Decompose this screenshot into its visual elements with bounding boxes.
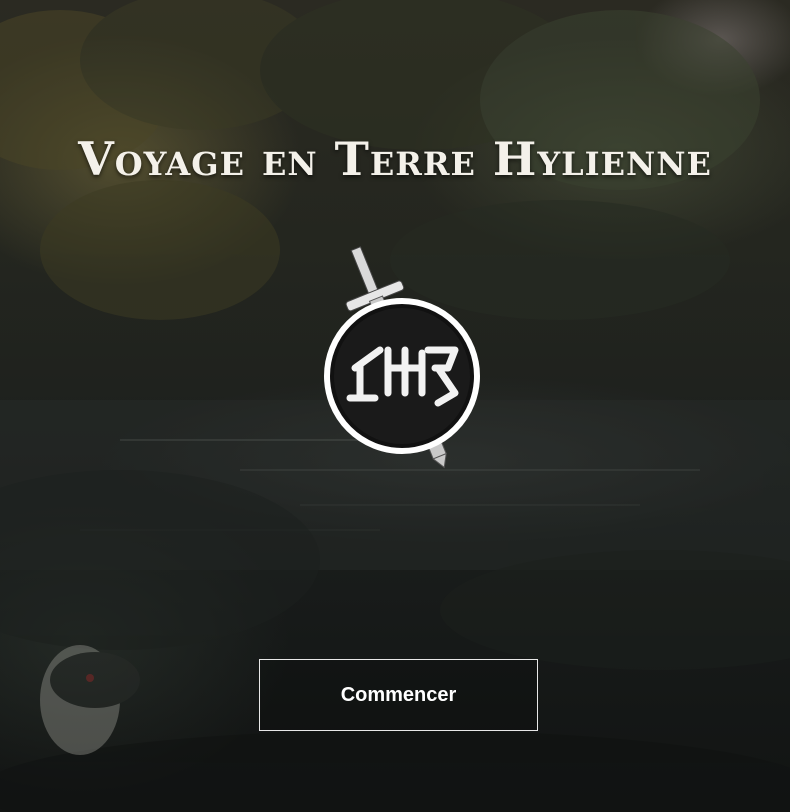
background-scene: Voyage en Terre Hylienne Commencer xyxy=(0,0,790,812)
sword-and-hylian-seal-icon xyxy=(324,246,480,469)
page-title: Voyage en Terre Hylienne xyxy=(78,132,712,186)
start-button[interactable]: Commencer xyxy=(259,659,538,731)
